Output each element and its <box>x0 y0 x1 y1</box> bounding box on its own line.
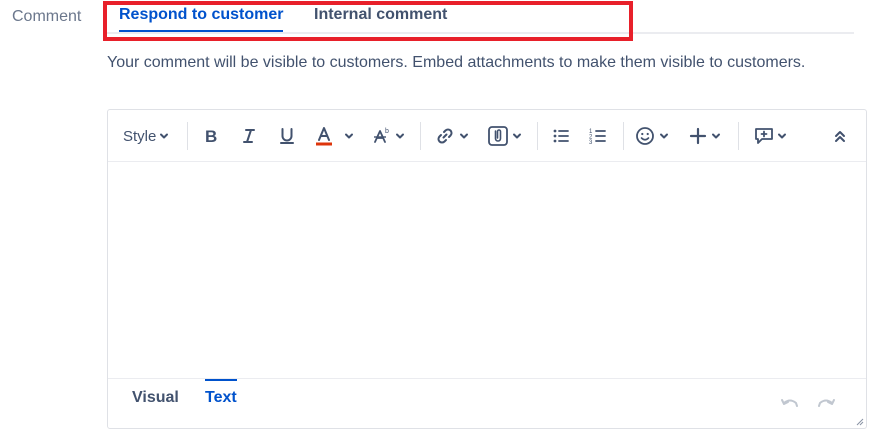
text-color-button[interactable] <box>314 122 355 150</box>
comment-tabs: Respond to customer Internal comment <box>107 0 854 34</box>
svg-text:3: 3 <box>589 140 593 146</box>
chevron-down-icon <box>513 133 521 139</box>
chevron-down-icon <box>396 133 404 139</box>
undo-icon[interactable] <box>780 397 800 411</box>
tab-internal-comment[interactable]: Internal comment <box>314 6 447 24</box>
link-button[interactable] <box>435 122 470 150</box>
italic-button[interactable] <box>240 122 258 150</box>
comment-field-label: Comment <box>12 8 82 25</box>
bold-button[interactable]: B <box>202 122 220 150</box>
toolbar-separator <box>420 122 421 150</box>
toolbar-separator <box>187 122 188 150</box>
style-dropdown-label: Style <box>123 127 157 145</box>
numbered-list-button[interactable]: 123 <box>588 122 608 150</box>
text-effects-button[interactable]: b <box>372 122 406 150</box>
chevron-down-icon <box>345 133 353 139</box>
bullet-list-button[interactable] <box>551 122 571 150</box>
underline-icon <box>280 128 294 144</box>
tab-respond-to-customer[interactable]: Respond to customer <box>119 6 284 32</box>
comment-macro-icon <box>755 128 773 144</box>
insert-more-icon <box>689 127 707 145</box>
attachment-icon <box>488 126 508 146</box>
chevron-down-icon <box>660 133 668 139</box>
emoji-icon <box>636 127 654 145</box>
visibility-help-text: Your comment will be visible to customer… <box>107 54 806 71</box>
collapse-toolbar-icon <box>835 131 845 142</box>
chevron-down-icon <box>460 133 468 139</box>
text-effects-icon: b <box>374 128 389 143</box>
numbered-list-icon: 123 <box>589 129 606 146</box>
toolbar-separator <box>537 122 538 150</box>
bold-icon: B <box>205 127 217 145</box>
comment-macro-button[interactable] <box>753 122 788 150</box>
mode-tab-text[interactable]: Text <box>205 379 237 407</box>
link-icon <box>437 128 453 144</box>
collapse-toolbar-button[interactable] <box>832 122 848 150</box>
style-dropdown[interactable]: Style <box>123 122 170 150</box>
toolbar-separator <box>623 122 624 150</box>
comment-text-area[interactable] <box>108 162 866 378</box>
italic-icon <box>243 129 255 143</box>
text-color-icon <box>316 127 332 146</box>
underline-button[interactable] <box>278 122 296 150</box>
redo-icon[interactable] <box>816 397 836 411</box>
comment-editor: Style B b 1 2 3 Visual Text <box>107 109 867 429</box>
bullet-list-icon <box>553 129 569 143</box>
attachment-button[interactable] <box>487 122 523 150</box>
toolbar-separator <box>738 122 739 150</box>
emoji-button[interactable] <box>635 122 670 150</box>
chevron-down-icon <box>160 133 169 139</box>
chevron-down-icon <box>778 133 786 139</box>
svg-text:b: b <box>385 128 389 135</box>
chevron-down-icon <box>712 133 720 139</box>
editor-toolbar: Style B b 1 2 3 <box>108 110 866 162</box>
mode-tab-visual[interactable]: Visual <box>132 389 179 407</box>
insert-more-button[interactable] <box>688 122 722 150</box>
svg-text:B: B <box>205 127 217 145</box>
editor-mode-bar: Visual Text <box>108 378 866 430</box>
